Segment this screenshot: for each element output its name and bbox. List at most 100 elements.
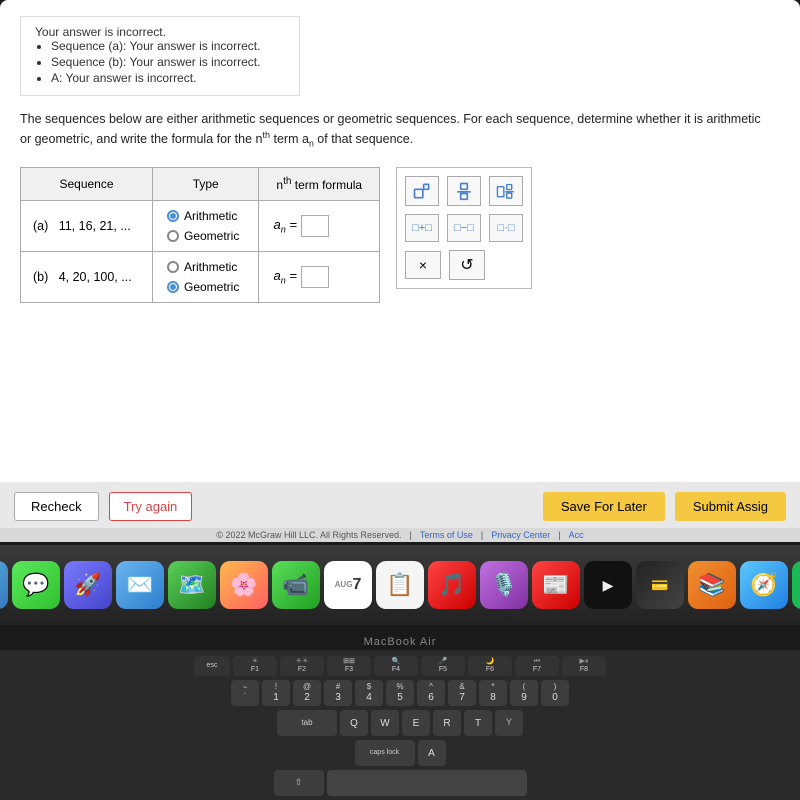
seq-label-a: (a) 11, 16, 21, ... [21, 200, 153, 251]
key-9[interactable]: (9 [510, 680, 538, 706]
formula-prefix-b: an = [273, 268, 297, 286]
instructions: The sequences below are either arithmeti… [20, 110, 780, 151]
key-5[interactable]: %5 [386, 680, 414, 706]
recheck-button[interactable]: Recheck [14, 492, 99, 521]
add-tool[interactable]: □+□ [405, 214, 439, 242]
fraction-tool[interactable] [447, 176, 481, 206]
key-7[interactable]: &7 [448, 680, 476, 706]
multiply-tool[interactable]: □·□ [489, 214, 523, 242]
table-row-b: (b) 4, 20, 100, ... Arithmetic G [21, 251, 380, 302]
key-a[interactable]: A [418, 740, 446, 766]
key-f6[interactable]: 🌙F6 [468, 656, 512, 676]
error-header: Your answer is incorrect. [35, 25, 285, 39]
error-list: Sequence (a): Your answer is incorrect. … [51, 39, 285, 85]
dock-calendar[interactable]: AUG7 [324, 561, 372, 609]
col-type: Type [153, 167, 259, 200]
privacy-link[interactable]: Privacy Center [491, 530, 550, 540]
key-f3[interactable]: ⊞⊞F3 [327, 656, 371, 676]
undo-button[interactable]: ↺ [449, 250, 485, 280]
key-esc[interactable]: esc [194, 656, 230, 676]
formula-input-a[interactable] [301, 215, 329, 237]
key-r[interactable]: R [433, 710, 461, 736]
key-caps[interactable]: caps lock [355, 740, 415, 766]
key-f1[interactable]: ☀F1 [233, 656, 277, 676]
dock-spotify[interactable]: 🎶 [792, 561, 800, 609]
radio-geometric-a[interactable]: Geometric [167, 229, 239, 243]
error-item-2: Sequence (b): Your answer is incorrect. [51, 55, 285, 69]
key-2[interactable]: @2 [293, 680, 321, 706]
dock-music[interactable]: 🎵 [428, 561, 476, 609]
dock-appletv[interactable]: ▶ [584, 561, 632, 609]
formula-cell-b: an = [259, 251, 380, 302]
key-y[interactable]: YY [495, 710, 523, 736]
geometric-label-b: Geometric [184, 280, 239, 294]
key-t[interactable]: T [464, 710, 492, 736]
acc-link[interactable]: Acc [569, 530, 584, 540]
radio-dot-geometric-a [167, 230, 179, 242]
radio-arithmetic-b[interactable]: Arithmetic [167, 260, 237, 274]
col-sequence: Sequence [21, 167, 153, 200]
footer-sep-1: | [410, 530, 412, 540]
main-layout: Sequence Type nth term formula (a) 11, 1… [20, 167, 780, 303]
dock-photos[interactable]: 🌸 [220, 561, 268, 609]
number-row: ~` !1 @2 #3 $4 %5 ^6 &7 *8 (9 )0 [8, 680, 792, 706]
dock-messages[interactable]: 💬 [12, 561, 60, 609]
table-row-a: (a) 11, 16, 21, ... Arithmetic G [21, 200, 380, 251]
home-row: caps lock A [8, 740, 792, 766]
dock-maps[interactable]: 🗺️ [168, 561, 216, 609]
dock-launchpad[interactable]: 🚀 [64, 561, 112, 609]
macbook-label: MacBook Air [0, 636, 800, 648]
superscript-tool[interactable] [405, 176, 439, 206]
key-1[interactable]: !1 [262, 680, 290, 706]
dock-books[interactable]: 📚 [688, 561, 736, 609]
content-area: Your answer is incorrect. Sequence (a): … [0, 0, 800, 530]
arithmetic-label-a: Arithmetic [184, 209, 237, 223]
key-4[interactable]: $4 [355, 680, 383, 706]
radio-dot-arithmetic-b [167, 261, 179, 273]
dock-mail[interactable]: ✉️ [116, 561, 164, 609]
clear-button[interactable]: × [405, 251, 441, 279]
dock-podcasts[interactable]: 🎙️ [480, 561, 528, 609]
dock-safari[interactable]: 🧭 [740, 561, 788, 609]
subtract-tool[interactable]: □−□ [447, 214, 481, 242]
radio-geometric-b[interactable]: Geometric [167, 280, 239, 294]
key-f8[interactable]: ▶⏸F8 [562, 656, 606, 676]
dock-facetime[interactable]: 📹 [272, 561, 320, 609]
save-later-button[interactable]: Save For Later [543, 492, 665, 521]
mixed-fraction-tool[interactable] [489, 176, 523, 206]
fn-row: esc ☀F1 ☀☀F2 ⊞⊞F3 🔍F4 🎤F5 🌙F6 ⏮F7 ▶⏸F8 [8, 656, 792, 676]
key-f7[interactable]: ⏮F7 [515, 656, 559, 676]
col-formula: nth term formula [259, 167, 380, 200]
footer: © 2022 McGraw Hill LLC. All Rights Reser… [0, 528, 800, 542]
key-6[interactable]: ^6 [417, 680, 445, 706]
error-item-1: Sequence (a): Your answer is incorrect. [51, 39, 285, 53]
arithmetic-label-b: Arithmetic [184, 260, 237, 274]
dock-reminders[interactable]: 📋 [376, 561, 424, 609]
radio-dot-arithmetic-a [167, 210, 179, 222]
dock-finder[interactable]: 🔵 [0, 561, 8, 609]
key-0[interactable]: )0 [541, 680, 569, 706]
key-q[interactable]: Q [340, 710, 368, 736]
submit-button[interactable]: Submit Assig [675, 492, 786, 521]
key-w[interactable]: W [371, 710, 399, 736]
radio-arithmetic-a[interactable]: Arithmetic [167, 209, 237, 223]
key-f5[interactable]: 🎤F5 [421, 656, 465, 676]
key-f2[interactable]: ☀☀F2 [280, 656, 324, 676]
terms-link[interactable]: Terms of Use [420, 530, 473, 540]
keyboard: esc ☀F1 ☀☀F2 ⊞⊞F3 🔍F4 🎤F5 🌙F6 ⏮F7 ▶⏸F8 ~… [0, 650, 800, 800]
key-f4[interactable]: 🔍F4 [374, 656, 418, 676]
dock-wallet[interactable]: 💳 [636, 561, 684, 609]
key-3[interactable]: #3 [324, 680, 352, 706]
bottom-row: ⇧ [8, 770, 792, 796]
key-space[interactable] [327, 770, 527, 796]
tools-row-2: □+□ □−□ □·□ [405, 214, 523, 242]
try-again-button[interactable]: Try again [109, 492, 193, 521]
bottom-bar: Recheck Try again Save For Later Submit … [0, 482, 800, 530]
key-tilde[interactable]: ~` [231, 680, 259, 706]
formula-input-b[interactable] [301, 266, 329, 288]
key-e[interactable]: E [402, 710, 430, 736]
key-tab[interactable]: tab [277, 710, 337, 736]
key-shift-l[interactable]: ⇧ [274, 770, 324, 796]
dock-news[interactable]: 📰 [532, 561, 580, 609]
key-8[interactable]: *8 [479, 680, 507, 706]
